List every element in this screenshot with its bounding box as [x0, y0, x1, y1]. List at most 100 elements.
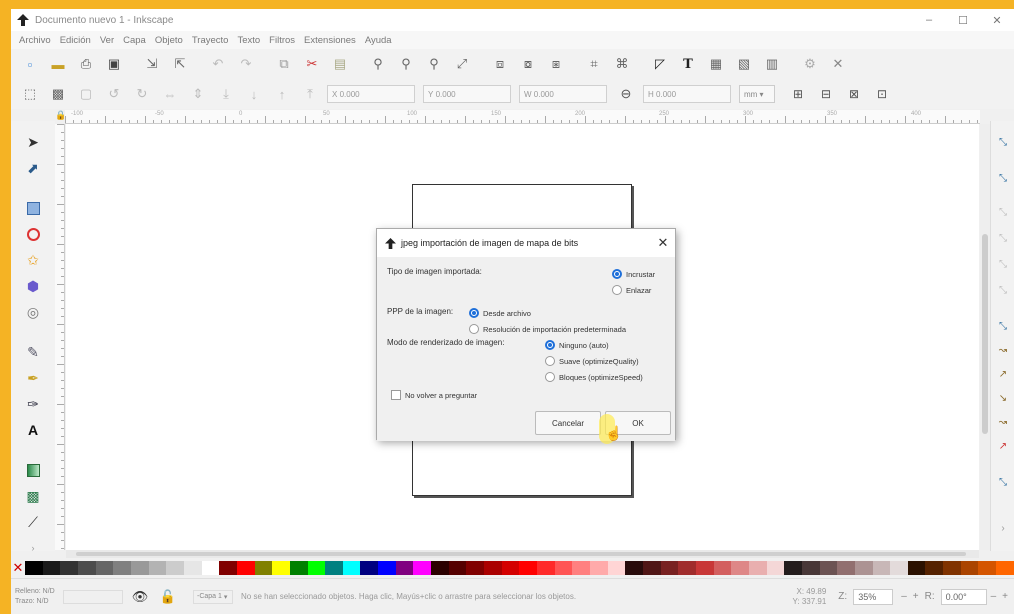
embed-label[interactable]: Incrustar	[626, 270, 655, 279]
print-icon[interactable]: ⎙	[75, 53, 97, 75]
palette-swatch[interactable]	[484, 561, 502, 575]
gradient-icon[interactable]	[19, 457, 47, 483]
pen-icon[interactable]: ✒	[19, 365, 47, 391]
snap-midpoint-icon[interactable]: ↗	[996, 439, 1010, 453]
palette-swatch[interactable]	[890, 561, 908, 575]
render-none-radio[interactable]	[545, 340, 555, 350]
horizontal-scrollbar[interactable]	[66, 550, 979, 558]
menu-extensiones[interactable]: Extensiones	[304, 35, 356, 46]
menu-ayuda[interactable]: Ayuda	[365, 35, 392, 46]
save-icon[interactable]: ▣	[103, 53, 125, 75]
raise-bottom-icon[interactable]: ⤓	[215, 83, 237, 105]
snap-path-icon[interactable]: ↝	[996, 343, 1010, 357]
palette-swatch[interactable]	[695, 561, 714, 575]
new-icon[interactable]: ▫	[19, 53, 41, 75]
palette-swatch[interactable]	[183, 561, 202, 575]
snap-enable-icon[interactable]: ⤡	[996, 135, 1010, 149]
palette-swatch[interactable]	[784, 561, 802, 575]
palette-swatch[interactable]	[660, 561, 679, 575]
clone-icon[interactable]: ⧇	[517, 53, 539, 75]
palette-swatch[interactable]	[95, 561, 114, 575]
zoom-drawing-icon[interactable]: ⚲	[395, 53, 417, 75]
palette-swatch[interactable]	[519, 561, 538, 575]
circle-icon[interactable]	[19, 221, 47, 247]
minimize-button[interactable]: –	[912, 14, 946, 26]
palette-swatch[interactable]	[219, 561, 237, 575]
palette-swatch[interactable]	[907, 561, 926, 575]
scale-corners-icon[interactable]: ⊟	[815, 83, 837, 105]
dpi-from-file-radio[interactable]	[469, 308, 479, 318]
palette-swatch[interactable]	[978, 561, 997, 575]
align-icon[interactable]: ▥	[761, 53, 783, 75]
lower-icon[interactable]: ↓	[243, 83, 265, 105]
more-tools-icon[interactable]: ›	[19, 535, 47, 561]
palette-swatch[interactable]	[325, 561, 343, 575]
palette-swatch[interactable]	[625, 561, 643, 575]
pencil-icon[interactable]: ✎	[19, 339, 47, 365]
3d-box-icon[interactable]: ⬢	[19, 273, 47, 299]
palette-swatch[interactable]	[960, 561, 979, 575]
copy-icon[interactable]: ⧉	[273, 53, 295, 75]
palette-swatch[interactable]	[25, 561, 43, 575]
text-icon[interactable]: A	[19, 417, 47, 443]
export-icon[interactable]: ⇱	[169, 53, 191, 75]
rotate-ccw-icon[interactable]: ↺	[103, 83, 125, 105]
select-all-layers-icon[interactable]: ▩	[47, 83, 69, 105]
snap-bbox-center-icon[interactable]: ⤡	[996, 283, 1010, 297]
embed-radio[interactable]	[612, 269, 622, 279]
menu-texto[interactable]: Texto	[237, 35, 260, 46]
render-smooth-radio[interactable]	[545, 356, 555, 366]
ungroup-icon[interactable]: ⌘	[611, 53, 633, 75]
render-none-label[interactable]: Ninguno (auto)	[559, 341, 609, 350]
import-icon[interactable]: ⇲	[141, 53, 163, 75]
palette-swatch[interactable]	[554, 561, 573, 575]
layer-visibility-icon[interactable]: 👁	[129, 586, 151, 608]
render-blocky-radio[interactable]	[545, 372, 555, 382]
fill-stroke-indicator[interactable]: Relleno: N/D Trazo: N/D	[11, 587, 63, 607]
spiral-icon[interactable]: ◎	[19, 299, 47, 325]
palette-swatch[interactable]	[254, 561, 273, 575]
zoom-fit-icon[interactable]: ⤢	[451, 53, 473, 75]
palette-swatch[interactable]	[837, 561, 855, 575]
move-gradients-icon[interactable]: ⊠	[843, 83, 865, 105]
palette-swatch[interactable]	[678, 561, 696, 575]
menu-edicion[interactable]: Edición	[60, 35, 91, 46]
palette-swatch[interactable]	[166, 561, 184, 575]
palette-swatch[interactable]	[360, 561, 379, 575]
guide-lock-icon[interactable]: 🔒	[55, 110, 66, 124]
palette-swatch[interactable]	[201, 561, 220, 575]
link-label[interactable]: Enlazar	[626, 286, 651, 295]
dialog-close-button[interactable]: ✕	[651, 235, 675, 251]
flip-h-icon[interactable]: ⇔	[159, 83, 181, 105]
palette-swatch[interactable]	[731, 561, 749, 575]
zoom-decrease-button[interactable]: –	[901, 591, 907, 602]
unit-select[interactable]: mm ▾	[739, 85, 775, 103]
redo-icon[interactable]: ↷	[235, 53, 257, 75]
scale-stroke-icon[interactable]: ⊞	[787, 83, 809, 105]
snap-bbox-edge-icon[interactable]: ⤡	[996, 205, 1010, 219]
palette-swatch[interactable]	[713, 561, 732, 575]
raise-top-icon[interactable]: ⤒	[299, 83, 321, 105]
snap-bbox-icon[interactable]: ⤡	[996, 171, 1010, 185]
palette-swatch[interactable]	[466, 561, 485, 575]
snap-smooth-icon[interactable]: ↝	[996, 415, 1010, 429]
unlink-clone-icon[interactable]: ⧆	[545, 53, 567, 75]
palette-swatch[interactable]	[572, 561, 590, 575]
text-font-icon[interactable]: T	[677, 53, 699, 75]
document-properties-icon[interactable]: ✕	[827, 53, 849, 75]
zoom-increase-button[interactable]: +	[913, 591, 919, 602]
palette-swatch[interactable]	[642, 561, 661, 575]
palette-swatch[interactable]	[272, 561, 290, 575]
duplicate-icon[interactable]: ⧈	[489, 53, 511, 75]
node-icon[interactable]: ⬈	[19, 155, 47, 181]
deselect-icon[interactable]: ▢	[75, 83, 97, 105]
menu-ver[interactable]: Ver	[100, 35, 114, 46]
palette-swatch[interactable]	[342, 561, 361, 575]
render-blocky-label[interactable]: Bloques (optimizeSpeed)	[559, 373, 643, 382]
mesh-icon[interactable]: ▩	[19, 483, 47, 509]
palette-swatch[interactable]	[431, 561, 449, 575]
palette-swatch[interactable]	[289, 561, 308, 575]
h-field[interactable]: H 0.000	[643, 85, 731, 103]
undo-icon[interactable]: ↶	[207, 53, 229, 75]
dpi-default-radio[interactable]	[469, 324, 479, 334]
